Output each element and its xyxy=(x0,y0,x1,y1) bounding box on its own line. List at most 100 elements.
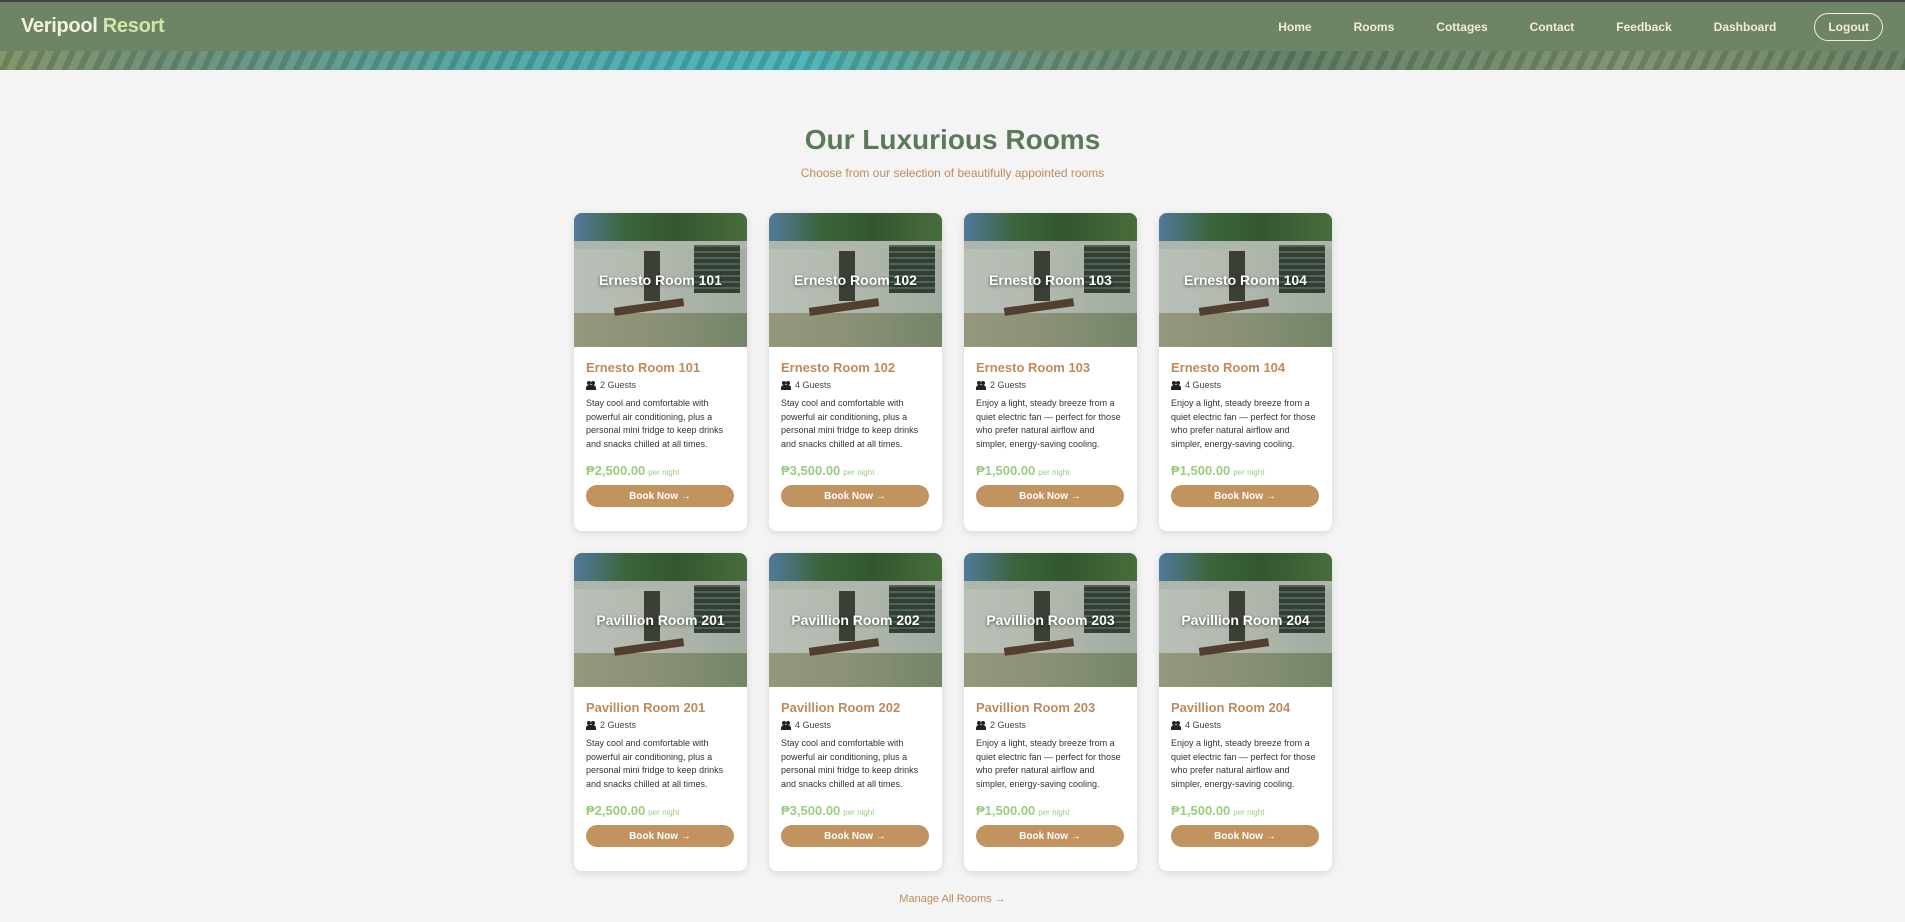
room-description: Enjoy a light, steady breeze from a quie… xyxy=(1171,398,1316,449)
room-photo: Ernesto Room 104 xyxy=(1159,213,1332,347)
room-description: Enjoy a light, steady breeze from a quie… xyxy=(976,398,1121,449)
room-description: Enjoy a light, steady breeze from a quie… xyxy=(1171,738,1316,789)
guests-icon xyxy=(1171,720,1182,730)
book-now-button[interactable]: Book Now → xyxy=(1171,825,1319,847)
book-now-button[interactable]: Book Now → xyxy=(976,485,1124,507)
room-description: Stay cool and comfortable with powerful … xyxy=(586,398,724,449)
nav-home[interactable]: Home xyxy=(1278,20,1311,34)
price-row: ₱1,500.00 per night xyxy=(976,803,1125,818)
nav-contact[interactable]: Contact xyxy=(1530,20,1575,34)
room-guests: 2 Guests xyxy=(976,720,1125,730)
room-price: ₱2,500.00 xyxy=(586,463,646,478)
room-card: Pavillion Room 203 Pavillion Room 203 2 … xyxy=(964,553,1137,871)
book-now-button[interactable]: Book Now → xyxy=(976,825,1124,847)
room-card-body: Ernesto Room 103 2 Guests Enjoy a light,… xyxy=(964,347,1137,507)
room-name: Pavillion Room 201 xyxy=(586,700,706,715)
room-photo: Ernesto Room 101 xyxy=(574,213,747,347)
per-night-label: per night xyxy=(648,468,680,477)
room-price: ₱3,500.00 xyxy=(781,803,841,818)
section-title: Our Luxurious Rooms xyxy=(804,124,1101,155)
room-price: ₱3,500.00 xyxy=(781,463,841,478)
brand-logo[interactable]: Veripool Resort xyxy=(21,15,165,38)
guests-icon xyxy=(781,380,792,390)
price-row: ₱1,500.00 per night xyxy=(976,463,1125,478)
room-card: Pavillion Room 202 Pavillion Room 202 4 … xyxy=(769,553,942,871)
nav-cottages[interactable]: Cottages xyxy=(1436,20,1487,34)
room-price: ₱1,500.00 xyxy=(1171,463,1231,478)
room-photo-label: Pavillion Room 202 xyxy=(791,612,920,628)
book-now-button[interactable]: Book Now → xyxy=(781,485,929,507)
nav-rooms[interactable]: Rooms xyxy=(1354,20,1395,34)
main-nav: Home Rooms Cottages Contact Feedback Das… xyxy=(1278,12,1883,41)
room-photo-label: Ernesto Room 101 xyxy=(599,272,722,288)
room-price: ₱1,500.00 xyxy=(976,803,1036,818)
room-card-body: Ernesto Room 104 4 Guests Enjoy a light,… xyxy=(1159,347,1332,507)
book-now-button[interactable]: Book Now → xyxy=(1171,485,1319,507)
room-photo-label: Pavillion Room 201 xyxy=(596,612,725,628)
price-row: ₱3,500.00 per night xyxy=(781,803,930,818)
room-description: Stay cool and comfortable with powerful … xyxy=(781,738,919,789)
room-photo: Ernesto Room 103 xyxy=(964,213,1137,347)
guests-label: 2 Guests xyxy=(990,720,1027,730)
room-card-body: Ernesto Room 101 2 Guests Stay cool and … xyxy=(574,347,747,507)
room-photo-label: Pavillion Room 204 xyxy=(1181,612,1310,628)
room-card: Ernesto Room 101 Ernesto Room 101 2 Gues… xyxy=(574,213,747,531)
room-card: Ernesto Room 103 Ernesto Room 103 2 Gues… xyxy=(964,213,1137,531)
room-card: Ernesto Room 102 Ernesto Room 102 4 Gues… xyxy=(769,213,942,531)
per-night-label: per night xyxy=(843,468,875,477)
logout-button[interactable]: Logout xyxy=(1814,12,1883,41)
guests-label: 2 Guests xyxy=(600,720,637,730)
nav-feedback[interactable]: Feedback xyxy=(1616,20,1671,34)
guests-icon xyxy=(1171,380,1182,390)
guests-icon xyxy=(976,380,987,390)
guests-icon xyxy=(586,380,597,390)
guests-label: 4 Guests xyxy=(1185,380,1222,390)
room-photo: Ernesto Room 102 xyxy=(769,213,942,347)
room-name: Ernesto Room 104 xyxy=(1171,360,1286,375)
section-subtitle: Choose from our selection of beautifully… xyxy=(800,166,1105,180)
room-guests: 4 Guests xyxy=(1171,720,1320,730)
room-photo: Pavillion Room 201 xyxy=(574,553,747,687)
room-price: ₱1,500.00 xyxy=(976,463,1036,478)
room-guests: 2 Guests xyxy=(586,720,735,730)
per-night-label: per night xyxy=(843,808,875,817)
room-guests: 4 Guests xyxy=(781,380,930,390)
guests-label: 4 Guests xyxy=(795,380,832,390)
room-card-body: Pavillion Room 203 2 Guests Enjoy a ligh… xyxy=(964,687,1137,847)
room-description: Stay cool and comfortable with powerful … xyxy=(781,398,919,449)
room-card: Pavillion Room 204 Pavillion Room 204 4 … xyxy=(1159,553,1332,871)
room-description: Stay cool and comfortable with powerful … xyxy=(586,738,724,789)
room-card-body: Ernesto Room 102 4 Guests Stay cool and … xyxy=(769,347,942,507)
per-night-label: per night xyxy=(1038,468,1070,477)
nav-dashboard[interactable]: Dashboard xyxy=(1714,20,1777,34)
guests-icon xyxy=(976,720,987,730)
room-card: Pavillion Room 201 Pavillion Room 201 2 … xyxy=(574,553,747,871)
room-name: Ernesto Room 101 xyxy=(586,360,701,375)
guests-icon xyxy=(586,720,597,730)
room-photo: Pavillion Room 204 xyxy=(1159,553,1332,687)
guests-label: 4 Guests xyxy=(795,720,832,730)
book-now-button[interactable]: Book Now → xyxy=(781,825,929,847)
room-card: Ernesto Room 104 Ernesto Room 104 4 Gues… xyxy=(1159,213,1332,531)
book-now-button[interactable]: Book Now → xyxy=(586,825,734,847)
per-night-label: per night xyxy=(1233,808,1265,817)
room-name: Pavillion Room 202 xyxy=(781,700,901,715)
per-night-label: per night xyxy=(1038,808,1070,817)
room-photo-label: Ernesto Room 104 xyxy=(1184,272,1307,288)
room-photo: Pavillion Room 203 xyxy=(964,553,1137,687)
brand-accent: Resort xyxy=(102,15,165,37)
per-night-label: per night xyxy=(648,808,680,817)
book-now-button[interactable]: Book Now → xyxy=(586,485,734,507)
room-card-body: Pavillion Room 204 4 Guests Enjoy a ligh… xyxy=(1159,687,1332,847)
room-guests: 2 Guests xyxy=(976,380,1125,390)
room-name: Pavillion Room 203 xyxy=(976,700,1096,715)
manage-all-rooms-link[interactable]: Manage All Rooms → xyxy=(0,893,1905,905)
room-price: ₱1,500.00 xyxy=(1171,803,1231,818)
guests-icon xyxy=(781,720,792,730)
room-photo-label: Ernesto Room 102 xyxy=(794,272,917,288)
rooms-grid: Ernesto Room 101 Ernesto Room 101 2 Gues… xyxy=(574,213,1332,871)
price-row: ₱2,500.00 per night xyxy=(586,463,735,478)
room-guests: 2 Guests xyxy=(586,380,735,390)
brand-main: Veripool xyxy=(21,15,98,37)
room-guests: 4 Guests xyxy=(1171,380,1320,390)
